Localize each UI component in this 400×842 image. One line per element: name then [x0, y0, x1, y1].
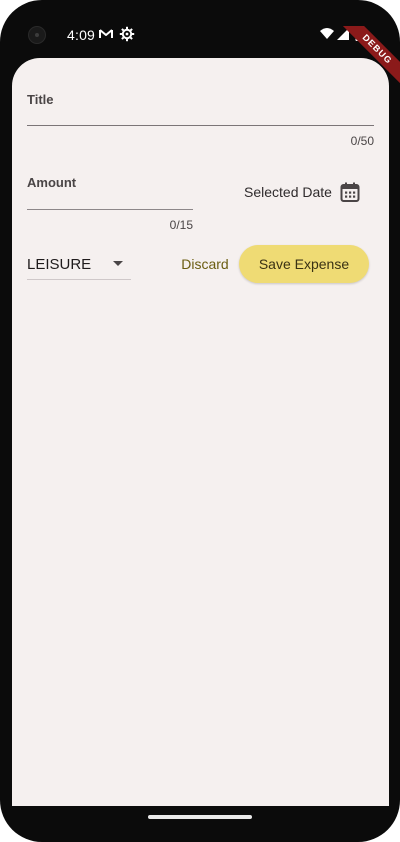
save-expense-button[interactable]: Save Expense	[239, 245, 369, 283]
discard-button[interactable]: Discard	[174, 248, 236, 280]
date-picker-button[interactable]	[338, 180, 362, 204]
selected-date-text: Selected Date	[244, 184, 332, 200]
gmail-icon	[98, 26, 114, 42]
calendar-icon	[340, 182, 360, 202]
front-camera	[28, 26, 46, 44]
status-bar: 4:09 DEBUG	[0, 20, 400, 94]
title-input[interactable]	[27, 102, 374, 126]
dropdown-arrow-icon	[113, 261, 123, 266]
amount-underline	[27, 209, 193, 210]
amount-input[interactable]	[27, 186, 193, 210]
phone-frame: 4:09 DEBUG Title 0/50 Amount 0/15 Select…	[0, 0, 400, 842]
title-char-counter: 0/50	[350, 134, 374, 148]
gesture-nav-handle[interactable]	[148, 815, 252, 819]
status-time: 4:09	[67, 27, 96, 43]
category-selected-value: LEISURE	[27, 256, 92, 273]
category-dropdown[interactable]: LEISURE	[27, 248, 131, 280]
title-underline	[27, 125, 374, 126]
new-expense-form: Title 0/50 Amount 0/15 Selected Date LEI…	[12, 58, 389, 806]
settings-icon	[119, 26, 135, 42]
amount-char-counter: 0/15	[169, 218, 193, 232]
